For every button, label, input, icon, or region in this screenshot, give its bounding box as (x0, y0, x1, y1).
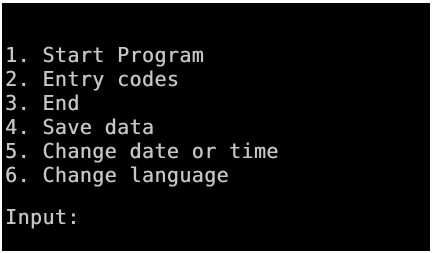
menu-list: 1. Start Program 2. Entry codes 3. End 4… (5, 43, 279, 187)
menu-item-change-language: 6. Change language (5, 163, 279, 187)
menu-item-label: Entry codes (42, 67, 180, 91)
menu-item-save-data: 4. Save data (5, 115, 279, 139)
menu-item-number: 3. (5, 91, 30, 115)
console-window[interactable]: 1. Start Program 2. Entry codes 3. End 4… (2, 3, 430, 251)
menu-item-label: Start Program (42, 43, 205, 67)
input-prompt: Input: (5, 205, 80, 229)
menu-item-entry-codes: 2. Entry codes (5, 67, 279, 91)
menu-item-number: 1. (5, 43, 30, 67)
menu-item-label: Change date or time (42, 139, 279, 163)
menu-item-number: 5. (5, 139, 30, 163)
menu-item-label: Save data (42, 115, 155, 139)
menu-item-label: End (42, 91, 80, 115)
screenshot-frame: 1. Start Program 2. Entry codes 3. End 4… (0, 0, 432, 253)
menu-item-number: 2. (5, 67, 30, 91)
menu-item-number: 4. (5, 115, 30, 139)
menu-item-label: Change language (42, 163, 229, 187)
menu-item-start-program: 1. Start Program (5, 43, 279, 67)
input-line[interactable]: Input: (5, 205, 80, 229)
menu-item-number: 6. (5, 163, 30, 187)
menu-item-change-date-or-time: 5. Change date or time (5, 139, 279, 163)
menu-item-end: 3. End (5, 91, 279, 115)
